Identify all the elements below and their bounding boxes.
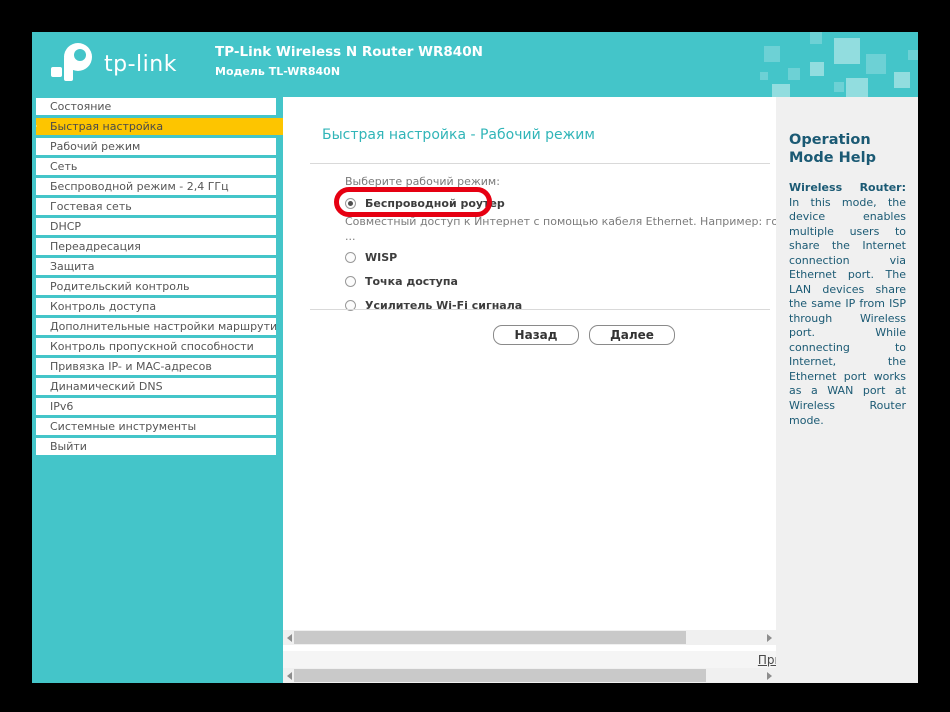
main-frame: Быстрая настройка - Рабочий режим Выбери… (283, 97, 776, 683)
sidebar-item[interactable]: DHCP (36, 218, 276, 235)
active-item-notch-icon (36, 122, 37, 130)
device-title: TP-Link Wireless N Router WR840N (215, 44, 483, 60)
next-button[interactable]: Далее (589, 325, 675, 345)
sidebar-item-label: Защита (50, 260, 94, 273)
sidebar-item-label: Состояние (50, 100, 111, 113)
back-button[interactable]: Назад (493, 325, 579, 345)
sidebar-item[interactable]: Быстрая настройка (36, 118, 283, 135)
help-panel: Operation Mode Help Wireless Router: In … (776, 97, 918, 683)
footer-horizontal-scrollbar[interactable] (283, 668, 776, 683)
sidebar-menu: Состояние Быстрая настройка Рабочий режим С… (32, 97, 283, 683)
sidebar-item-label: DHCP (50, 220, 81, 233)
sidebar-item[interactable]: Гостевая сеть (36, 198, 276, 215)
mode-option[interactable]: WISP (345, 247, 776, 267)
sidebar-item[interactable]: Родительский контроль (36, 278, 276, 295)
help-body-text: In this mode, the device enables multipl… (789, 196, 906, 427)
scroll-left-arrow-icon[interactable] (287, 634, 292, 642)
deco-square (866, 54, 886, 74)
sidebar-item-label: Быстрая настройка (50, 120, 163, 133)
sidebar-item[interactable]: Переадресация (36, 238, 276, 255)
help-title: Operation Mode Help (789, 131, 906, 167)
scroll-left-arrow-icon[interactable] (287, 672, 292, 680)
sidebar-item[interactable]: Сеть (36, 158, 276, 175)
deco-square (772, 84, 790, 97)
tplink-logo-icon (50, 40, 96, 88)
sidebar-item-label: Привязка IP- и MAC-адресов (50, 360, 212, 373)
sidebar-item-label: Контроль доступа (50, 300, 156, 313)
sidebar-item[interactable]: Беспроводной режим - 2,4 ГГц (36, 178, 276, 195)
main-content: Быстрая настройка - Рабочий режим Выбери… (283, 97, 776, 630)
tplink-logo-text: tp-link (104, 52, 177, 77)
mode-option-label: Беспроводной роутер (365, 197, 505, 210)
sidebar-item[interactable]: Контроль доступа (36, 298, 276, 315)
header-decoration (748, 32, 918, 97)
mode-option-description: Совместный доступ к Интернет с помощью к… (345, 215, 776, 228)
scroll-right-arrow-icon[interactable] (767, 672, 772, 680)
footer-link[interactable]: Прил (758, 653, 776, 667)
divider (310, 309, 770, 310)
radio-button[interactable] (345, 276, 356, 287)
mode-option[interactable]: Беспроводной роутер (345, 193, 776, 213)
sidebar-item[interactable]: Выйти (36, 438, 276, 455)
main-horizontal-scrollbar[interactable] (283, 630, 776, 645)
deco-square (810, 62, 824, 76)
sidebar-item-label: Дополнительные настройки маршрутизации (50, 320, 276, 333)
sidebar-item-label: Беспроводной режим - 2,4 ГГц (50, 180, 229, 193)
mode-prompt-label: Выберите рабочий режим: (345, 175, 500, 188)
deco-square (810, 32, 822, 44)
mode-option[interactable]: Точка доступа (345, 271, 776, 291)
router-admin-window: tp-link TP-Link Wireless N Router WR840N… (32, 32, 918, 683)
deco-square (894, 72, 910, 88)
deco-square (764, 46, 780, 62)
scrollbar-thumb[interactable] (294, 631, 686, 644)
app-header: tp-link TP-Link Wireless N Router WR840N… (32, 32, 918, 97)
deco-square (908, 50, 918, 60)
footer-frame: Прил (283, 651, 776, 683)
sidebar-item[interactable]: Системные инструменты (36, 418, 276, 435)
sidebar-item-label: Системные инструменты (50, 420, 196, 433)
deco-square (760, 72, 768, 80)
sidebar-item[interactable]: IPv6 (36, 398, 276, 415)
scrollbar-thumb[interactable] (294, 669, 706, 682)
divider (310, 163, 770, 164)
sidebar-item-label: Переадресация (50, 240, 141, 253)
mode-option-label: Точка доступа (365, 275, 458, 288)
deco-square (834, 82, 844, 92)
sidebar-item-label: Рабочий режим (50, 140, 140, 153)
sidebar-item[interactable]: Дополнительные настройки маршрутизации (36, 318, 276, 335)
deco-square (846, 78, 868, 97)
mode-option[interactable]: Усилитель Wi-Fi сигнала (345, 295, 776, 315)
radio-button[interactable] (345, 198, 356, 209)
sidebar-item-label: Динамический DNS (50, 380, 163, 393)
tplink-logo: tp-link (50, 40, 177, 88)
sidebar-item[interactable]: Состояние (36, 98, 276, 115)
help-body-lead: Wireless Router: (789, 181, 906, 194)
mode-options: Беспроводной роутер Совместный доступ к И… (345, 193, 776, 315)
sidebar-item-label: Родительский контроль (50, 280, 190, 293)
sidebar-item[interactable]: Контроль пропускной способности (36, 338, 276, 355)
header-titles: TP-Link Wireless N Router WR840N Модель … (215, 44, 483, 78)
sidebar-item[interactable]: Динамический DNS (36, 378, 276, 395)
sidebar-item-label: Гостевая сеть (50, 200, 132, 213)
deco-square (834, 38, 860, 64)
help-body: Wireless Router: In this mode, the devic… (789, 181, 906, 428)
sidebar-item-label: Выйти (50, 440, 87, 453)
sidebar-item[interactable]: Рабочий режим (36, 138, 276, 155)
sidebar-item-label: IPv6 (50, 400, 73, 413)
sidebar-item[interactable]: Привязка IP- и MAC-адресов (36, 358, 276, 375)
footer-link-row: Прил (283, 651, 776, 668)
radio-button[interactable] (345, 252, 356, 263)
mode-option-description: ... (345, 230, 776, 243)
mode-option-label: WISP (365, 251, 397, 264)
page-title: Быстрая настройка - Рабочий режим (322, 127, 595, 143)
sidebar-item-label: Сеть (50, 160, 77, 173)
sidebar-item[interactable]: Защита (36, 258, 276, 275)
device-model: Модель TL-WR840N (215, 65, 483, 78)
deco-square (788, 68, 800, 80)
sidebar-item-label: Контроль пропускной способности (50, 340, 254, 353)
scroll-right-arrow-icon[interactable] (767, 634, 772, 642)
